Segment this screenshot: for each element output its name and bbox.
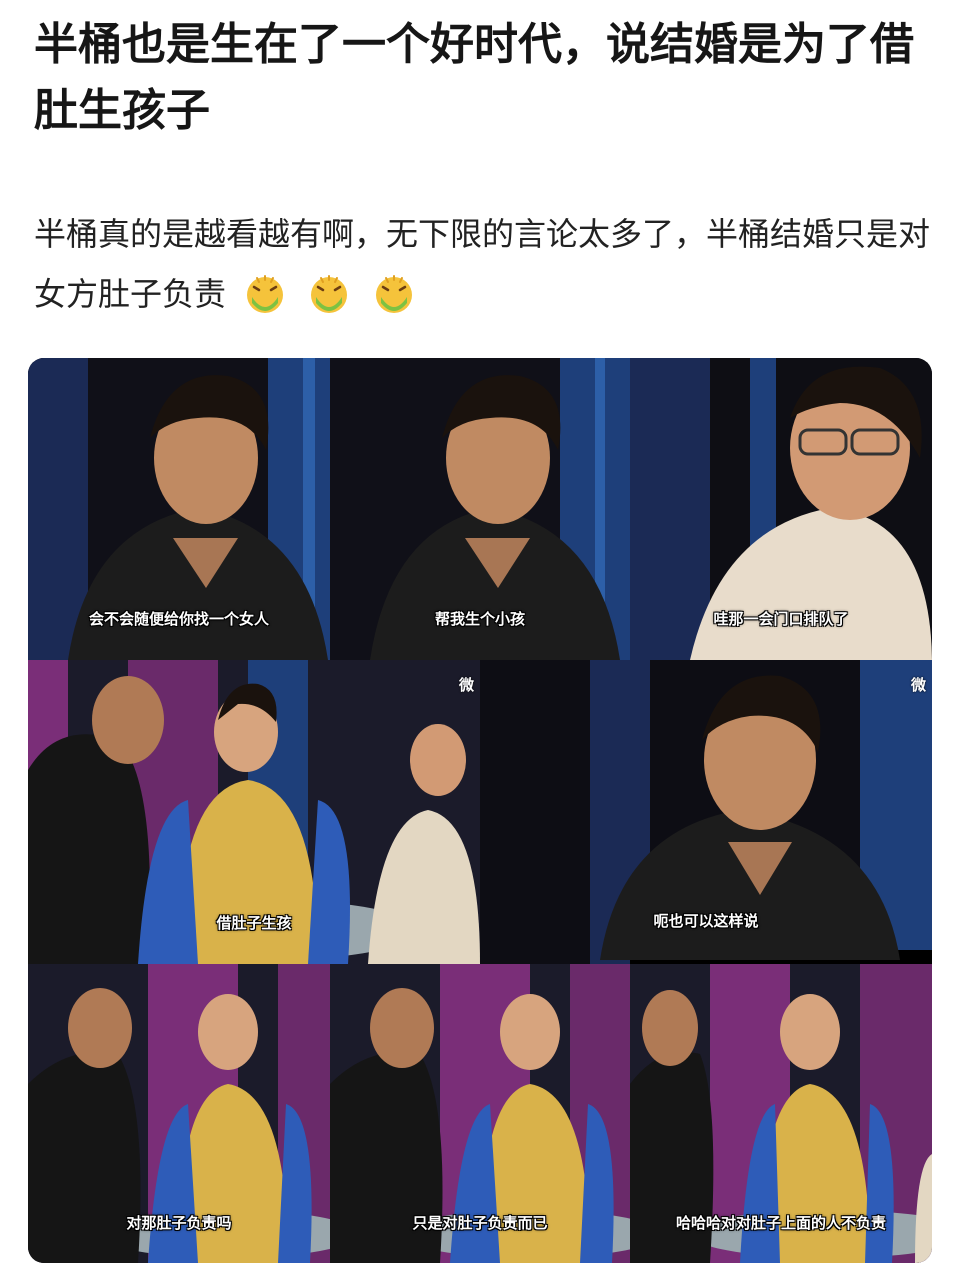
vomit-face-icon: [247, 275, 284, 313]
collage-panel-3[interactable]: 哇那一会门口排队了: [630, 358, 932, 660]
image-collage[interactable]: 会不会随便给你找一个女人 帮我生个小孩 哇那一会门口排队了 微 借肚子生孩 微 …: [28, 358, 932, 1263]
vomit-face-icon: [311, 275, 348, 313]
subtitle: 哈哈哈对对肚子上面的人不负责: [675, 1214, 886, 1232]
weibo-watermark: 微: [458, 676, 474, 694]
vomit-face-icon: [375, 275, 412, 313]
collage-panel-5[interactable]: 微 呃也可以这样说: [480, 660, 932, 964]
collage-panel-1[interactable]: 会不会随便给你找一个女人: [28, 358, 330, 660]
subtitle: 借肚子生孩: [216, 914, 292, 932]
post-body-text: 半桶真的是越看越有啊，无下限的言论太多了，半桶结婚只是对女方肚子负责: [34, 215, 931, 313]
collage-panel-8[interactable]: 哈哈哈对对肚子上面的人不负责: [630, 964, 932, 1263]
collage-panel-7[interactable]: 只是对肚子负责而已: [330, 964, 630, 1263]
emoji-group: [244, 266, 426, 326]
collage-panel-2[interactable]: 帮我生个小孩: [330, 358, 630, 660]
post-body: 半桶真的是越看越有啊，无下限的言论太多了，半桶结婚只是对女方肚子负责: [34, 204, 934, 326]
subtitle: 帮我生个小孩: [434, 610, 525, 628]
subtitle: 呃也可以这样说: [653, 912, 759, 930]
subtitle: 只是对肚子负责而已: [412, 1214, 548, 1232]
weibo-watermark: 微: [910, 676, 926, 694]
subtitle: 哇那一会门口排队了: [713, 610, 849, 628]
collage-panel-4[interactable]: 微 借肚子生孩: [28, 660, 480, 964]
collage-panel-6[interactable]: 对那肚子负责吗: [28, 964, 330, 1263]
post-title: 半桶也是生在了一个好时代，说结婚是为了借肚生孩子: [34, 19, 914, 136]
subtitle: 对那肚子负责吗: [126, 1214, 232, 1232]
subtitle: 会不会随便给你找一个女人: [88, 610, 269, 628]
